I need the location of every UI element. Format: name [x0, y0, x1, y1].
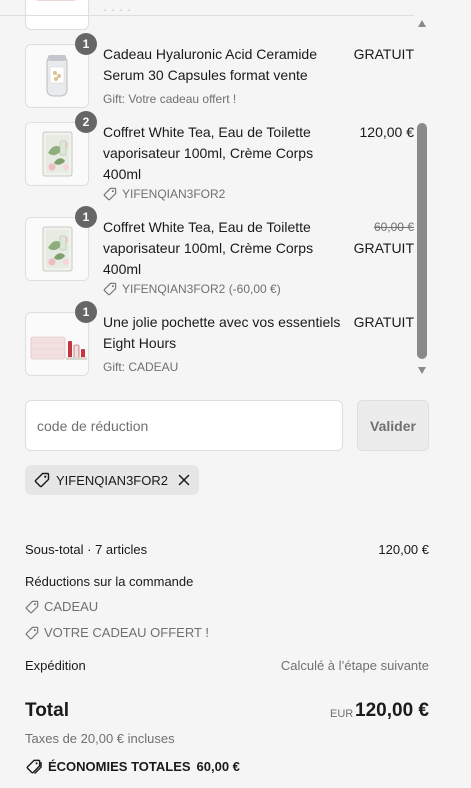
tags-icon [25, 758, 42, 775]
order-discount-line: VOTRE CADEAU OFFERT ! [25, 625, 209, 640]
total-label: Total [25, 700, 69, 721]
quantity-badge: 1 [75, 33, 97, 55]
cart-item: 1 Coffret White Tea, Eau de Toilette vap… [25, 206, 414, 297]
tag-icon [103, 282, 117, 296]
order-discount-line: CADEAU [25, 599, 98, 614]
product-gift-note: Gift: Votre cadeau offert ! [103, 92, 236, 106]
tag-icon [103, 187, 117, 201]
product-price: 120,00 € [359, 124, 415, 140]
product-price: GRATUIT [353, 240, 414, 256]
list-top-divider [0, 15, 414, 16]
product-discount-code: YIFENQIAN3FOR2 (-60,00 €) [103, 282, 281, 296]
shipping-value: Calculé à l’étape suivante [280, 658, 429, 673]
order-discount-name: CADEAU [44, 599, 99, 614]
product-title: Une jolie pochette avec vos essentiels E… [103, 314, 341, 351]
product-title: Coffret White Tea, Eau de Toilette vapor… [103, 219, 314, 277]
tax-info: Taxes de 20,00 € incluses [25, 731, 175, 746]
subtotal-label: Sous-total · 7 articles [25, 542, 148, 557]
items-scrollbar[interactable] [415, 16, 429, 378]
subtotal-value: 120,00 € [378, 542, 429, 557]
partial-product-text: · · · · [103, 2, 132, 12]
original-price: 60,00 € [373, 220, 414, 234]
savings-value: 60,00 € [196, 759, 240, 774]
discount-code-text: YIFENQIAN3FOR2 (-60,00 €) [122, 282, 281, 296]
quantity-badge: 1 [75, 206, 97, 228]
applied-discount-chip: YIFENQIAN3FOR2 [25, 465, 199, 495]
currency-code: EUR [330, 708, 354, 720]
product-title: Coffret White Tea, Eau de Toilette vapor… [103, 124, 314, 182]
discount-code-text: YIFENQIAN3FOR2 [122, 187, 226, 201]
shipping-label: Expédition [25, 658, 86, 673]
product-title: Cadeau Hyaluronic Acid Ceramide Serum 30… [103, 46, 317, 83]
cart-items-list: · · · · 1 Cadeau Hyaluronic Acid Ceramid… [0, 0, 430, 380]
subtotal-row: Sous-total · 7 articles 120,00 € [25, 541, 429, 559]
cart-item: 2 Coffret White Tea, Eau de Toilette vap… [25, 111, 415, 202]
savings-label: ÉCONOMIES TOTALES [48, 759, 191, 774]
product-thumbnail [25, 122, 89, 186]
applied-code-text: YIFENQIAN3FOR2 [56, 472, 168, 488]
remove-code-icon[interactable] [177, 473, 191, 487]
validate-discount-button[interactable]: Valider [357, 400, 429, 451]
product-thumbnail [25, 44, 89, 108]
order-discount-name: VOTRE CADEAU OFFERT ! [44, 625, 209, 640]
product-thumbnail [25, 312, 89, 376]
total-value: 120,00 € [355, 700, 429, 721]
discount-code-input[interactable] [25, 400, 343, 451]
product-discount-code: YIFENQIAN3FOR2 [103, 187, 225, 201]
scroll-up-arrow-icon[interactable] [418, 20, 426, 27]
total-savings: ÉCONOMIES TOTALES 60,00 € [25, 758, 240, 775]
tag-icon [34, 472, 50, 488]
tag-icon [25, 600, 39, 614]
shipping-row: Expédition Calculé à l’étape suivante [25, 657, 429, 675]
order-discounts-row: Réductions sur la commande [25, 573, 429, 591]
order-discounts-label: Réductions sur la commande [25, 574, 194, 589]
product-price: GRATUIT [353, 314, 414, 330]
cart-item: 1 Cadeau Hyaluronic Acid Ceramide Serum … [25, 33, 414, 108]
scrollbar-thumb[interactable] [417, 123, 427, 359]
cart-item: 1 Une jolie pochette avec vos essentiels… [25, 301, 414, 376]
tag-icon [25, 626, 39, 640]
product-gift-note: Gift: CADEAU [103, 360, 178, 374]
gift-note-text: Gift: Votre cadeau offert ! [103, 92, 237, 106]
product-price: GRATUIT [353, 46, 414, 62]
scroll-down-arrow-icon[interactable] [418, 367, 426, 374]
gift-note-text: Gift: CADEAU [103, 360, 179, 374]
quantity-badge: 2 [75, 111, 97, 133]
quantity-badge: 1 [75, 301, 97, 323]
product-thumbnail [25, 217, 89, 281]
